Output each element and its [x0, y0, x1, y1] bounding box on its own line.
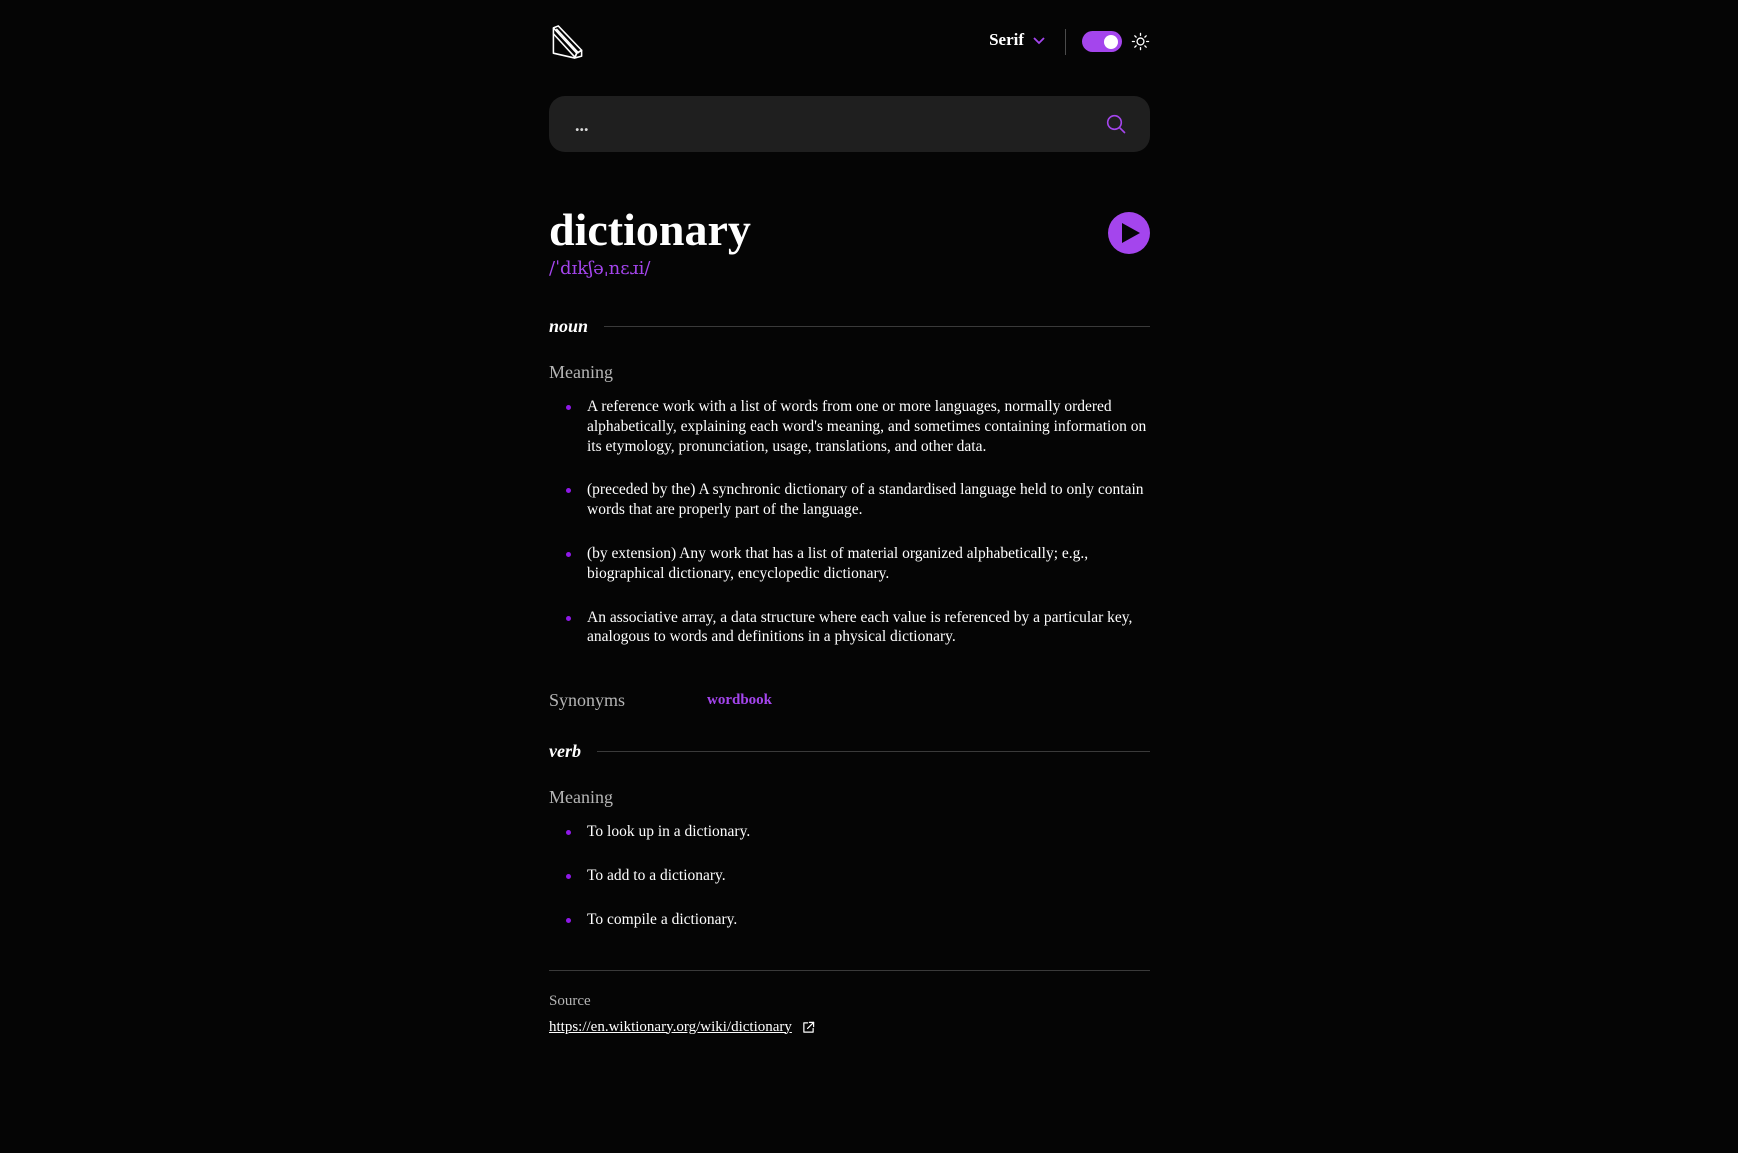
dictionary-app: Serif dictionary /ˈdɪkʃəˌnɛɹi/	[549, 0, 1150, 1036]
play-icon	[1122, 223, 1140, 243]
definition-item: To compile a dictionary.	[566, 910, 1150, 930]
definition-item: To add to a dictionary.	[566, 866, 1150, 886]
definition-item: To look up in a dictionary.	[566, 822, 1150, 842]
search-input[interactable]	[573, 96, 1077, 154]
source-label: Source	[549, 992, 591, 1009]
external-link-icon[interactable]	[802, 1021, 815, 1034]
definition-item: A reference work with a list of words fr…	[566, 397, 1150, 456]
phonetic-text: /ˈdɪkʃəˌnɛɹi/	[549, 258, 651, 279]
synonyms-row: Synonyms wordbook	[549, 685, 1150, 715]
font-family-select[interactable]: Serif	[989, 30, 1046, 50]
toggle-knob	[1104, 34, 1118, 49]
source-link-row: https://en.wiktionary.org/wiki/dictionar…	[549, 1019, 1150, 1036]
pos-heading-verb: verb	[549, 737, 1150, 765]
synonyms-label: Synonyms	[549, 689, 626, 710]
play-pronunciation-button[interactable]	[1108, 212, 1150, 254]
definition-item: An associative array, a data structure w…	[566, 608, 1150, 648]
pos-label: verb	[549, 740, 581, 761]
meaning-heading: Meaning	[549, 362, 613, 382]
word-header: dictionary /ˈdɪkʃəˌnɛɹi/	[549, 202, 1150, 304]
font-select-label: Serif	[989, 30, 1024, 49]
sun-icon[interactable]	[1131, 32, 1150, 51]
pos-label: noun	[549, 315, 589, 336]
pos-heading-noun: noun	[549, 312, 1150, 340]
footer-divider	[549, 969, 1150, 971]
noun-section: noun Meaning A reference work with a lis…	[549, 312, 1150, 715]
source-section: Source https://en.wiktionary.org/wiki/di…	[549, 993, 1150, 1036]
pos-divider	[596, 750, 1150, 752]
word-title: dictionary	[549, 204, 751, 255]
header-divider	[1065, 29, 1066, 55]
definition-item: (preceded by the) A synchronic dictionar…	[566, 480, 1150, 520]
search-icon[interactable]	[1106, 114, 1126, 134]
chevron-down-icon	[1033, 37, 1045, 45]
definition-list: To look up in a dictionary. To add to a …	[549, 822, 1150, 929]
theme-toggle[interactable]	[1082, 31, 1122, 52]
verb-section: verb Meaning To look up in a dictionary.…	[549, 737, 1150, 929]
meaning-heading: Meaning	[549, 787, 613, 808]
synonym-link[interactable]: wordbook	[707, 692, 772, 709]
search-bar	[549, 96, 1150, 154]
definition-item: (by extension) Any work that has a list …	[566, 544, 1150, 584]
header: Serif	[549, 0, 1150, 90]
source-link[interactable]: https://en.wiktionary.org/wiki/dictionar…	[549, 1019, 792, 1036]
book-icon[interactable]	[551, 24, 585, 60]
definition-list: A reference work with a list of words fr…	[549, 397, 1150, 647]
pos-divider	[604, 325, 1150, 327]
